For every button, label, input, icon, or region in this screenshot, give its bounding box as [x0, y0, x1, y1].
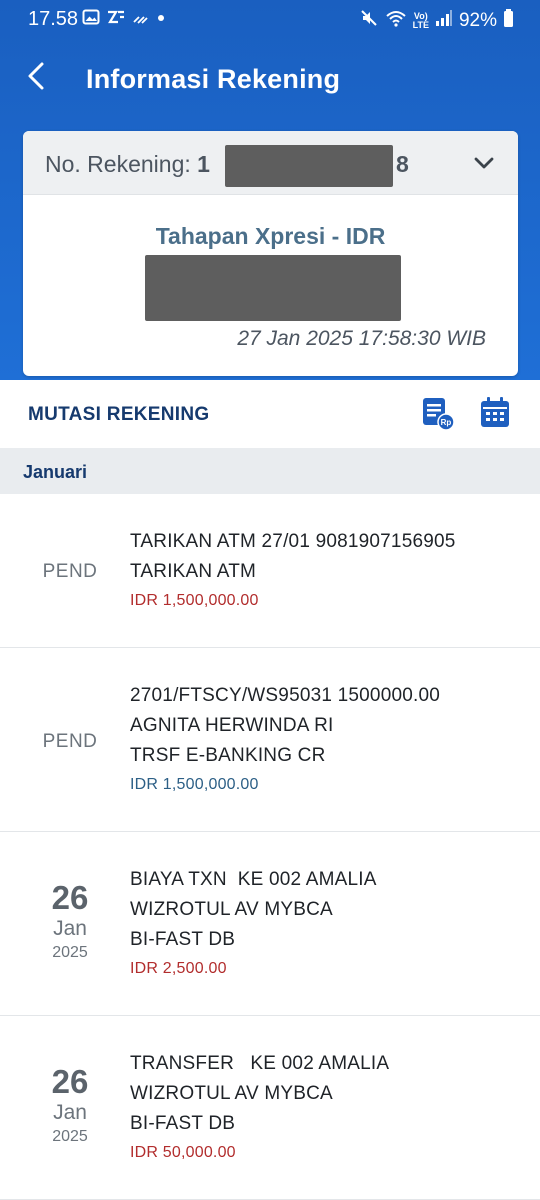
transaction-year: 2025 [52, 944, 88, 961]
back-button[interactable] [18, 58, 54, 98]
transaction-description: BIAYA TXN KE 002 AMALIA [130, 869, 377, 890]
account-number-redaction [225, 145, 393, 187]
transaction-day: 26 [51, 879, 89, 916]
battery-icon [503, 8, 514, 34]
page-title: Informasi Rekening [86, 64, 341, 94]
transaction-amount: IDR 2,500.00 [130, 960, 227, 977]
app-notification-icon [106, 8, 126, 32]
mutasi-header: MUTASI REKENING Rp [0, 380, 540, 448]
account-number-suffix: 8 [396, 151, 409, 177]
chevron-down-icon [472, 151, 496, 175]
transaction-day: 26 [51, 1063, 89, 1100]
transaction-status: PEND [42, 731, 98, 752]
cell-signal-icon [435, 9, 453, 33]
transaction-description: TRSF E-BANKING CR [130, 745, 326, 766]
transaction-amount: IDR 50,000.00 [130, 1144, 236, 1161]
transaction-description: WIZROTUL AV MYBCA [130, 1083, 333, 1104]
statement-button[interactable]: Rp [420, 396, 456, 432]
transaction-description: TARIKAN ATM [130, 561, 257, 582]
account-selector[interactable]: No. Rekening: 1 8 [23, 131, 518, 195]
transaction-description: TRANSFER KE 002 AMALIA [130, 1053, 390, 1074]
transaction-row[interactable]: 26 Jan 2025 TRANSFER KE 002 AMALIA WIZRO… [0, 1016, 540, 1200]
statement-rupiah-icon: Rp [420, 398, 456, 436]
account-number-prefix: 1 [197, 151, 210, 177]
mute-icon [359, 8, 379, 34]
transaction-description: TARIKAN ATM 27/01 9081907156905 [130, 531, 456, 552]
chevron-left-icon [26, 61, 46, 96]
transaction-description: WIZROTUL AV MYBCA [130, 899, 333, 920]
transaction-description: 2701/FTSCY/WS95031 1500000.00 [130, 685, 441, 706]
calendar-button[interactable] [478, 396, 514, 432]
month-section-header: Januari [0, 448, 540, 494]
transaction-month: Jan [53, 1101, 87, 1124]
transaction-description: AGNITA HERWINDA RI [130, 715, 334, 736]
transaction-amount: IDR 1,500,000.00 [130, 776, 259, 793]
transaction-date: 26 Jan 2025 [0, 880, 140, 964]
product-name: Tahapan Xpresi - IDR [155, 223, 386, 249]
transaction-date: 26 Jan 2025 [0, 1064, 140, 1148]
month-label: Januari [23, 462, 88, 482]
transaction-status: PEND [42, 561, 98, 582]
svg-text:Rp: Rp [441, 418, 452, 427]
app-bar: Informasi Rekening [0, 48, 540, 112]
transaction-row[interactable]: PEND TARIKAN ATM 27/01 9081907156905 TAR… [0, 494, 540, 648]
account-label: No. Rekening: 1 [45, 151, 210, 177]
status-time: 17.58 [28, 8, 79, 30]
transaction-description: BI-FAST DB [130, 929, 236, 950]
transaction-amount: IDR 1,500,000.00 [130, 592, 259, 609]
volte-icon: Vo) LTE [412, 11, 429, 30]
dot-icon [156, 8, 166, 32]
transaction-description: BI-FAST DB [130, 1113, 236, 1134]
status-bar: 17.58 Vo) LTE 92% [0, 0, 540, 40]
battery-percent: 92% [458, 10, 497, 31]
wifi-icon [385, 8, 407, 34]
transaction-row[interactable]: 26 Jan 2025 BIAYA TXN KE 002 AMALIA WIZR… [0, 832, 540, 1016]
transaction-row[interactable]: PEND 2701/FTSCY/WS95031 1500000.00 AGNIT… [0, 648, 540, 832]
transaction-month: Jan [53, 917, 87, 940]
mutasi-title: MUTASI REKENING [28, 404, 210, 425]
calendar-icon [478, 397, 512, 434]
gallery-icon [82, 8, 100, 32]
balance-redaction [145, 255, 401, 321]
account-card: No. Rekening: 1 8 Tahapan Xpresi - IDR 2… [23, 131, 518, 376]
signal-activity-icon [132, 8, 150, 32]
transaction-year: 2025 [52, 1128, 88, 1145]
balance-timestamp: 27 Jan 2025 17:58:30 WIB [237, 327, 486, 350]
